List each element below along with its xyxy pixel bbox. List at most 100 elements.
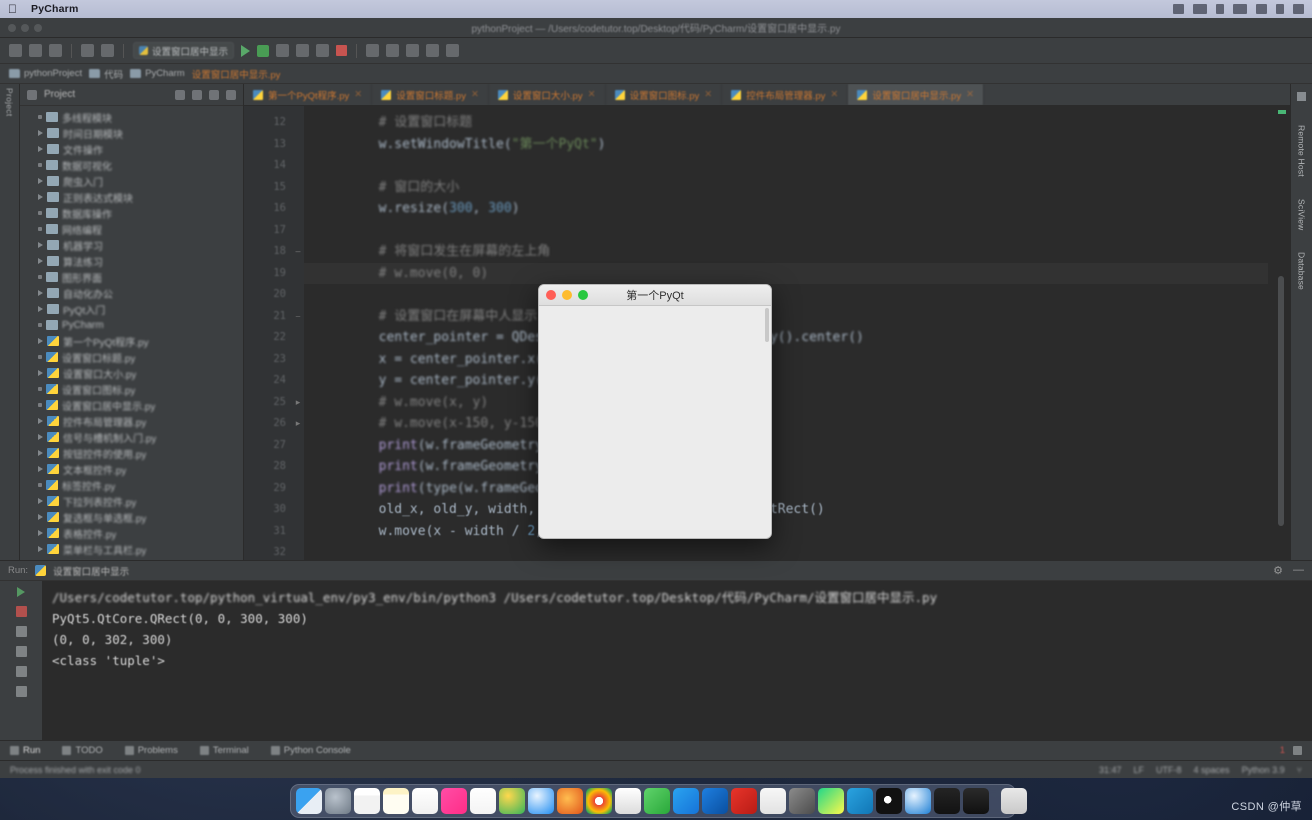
- code-line[interactable]: [316, 542, 1290, 560]
- close-icon[interactable]: ✕: [830, 89, 838, 100]
- tree-item[interactable]: PyQt入门: [22, 301, 243, 317]
- event-log-icon[interactable]: [1293, 746, 1302, 755]
- chevron-right-icon[interactable]: [38, 434, 43, 440]
- terminal-icon[interactable]: [934, 788, 960, 814]
- tree-item[interactable]: 爬虫入门: [22, 173, 243, 189]
- run-actions-rail[interactable]: [0, 581, 42, 740]
- status-bar-widgets[interactable]: 31:47LFUTF-84 spacesPython 3.9⑂: [1099, 765, 1302, 775]
- tree-item[interactable]: 标签控件.py: [22, 477, 243, 493]
- qq-penguin-icon[interactable]: [615, 788, 641, 814]
- fold-marker[interactable]: ⎯: [292, 306, 304, 328]
- settings-icon[interactable]: ⚙: [1273, 564, 1283, 577]
- editor-scrollbar[interactable]: [1278, 276, 1284, 526]
- tree-item[interactable]: 复选框与单选框.py: [22, 509, 243, 525]
- pyqt-titlebar[interactable]: 第一个PyQt: [539, 285, 771, 306]
- code-line[interactable]: old_x, old_y, width, height = w.frameGeo…: [316, 499, 1290, 521]
- maps-icon[interactable]: [499, 788, 525, 814]
- settings-icon[interactable]: [209, 90, 219, 100]
- close-icon[interactable]: ✕: [354, 89, 362, 100]
- undo-icon[interactable]: [81, 44, 94, 57]
- debug-icon[interactable]: [257, 45, 269, 57]
- chevron-right-icon[interactable]: [38, 370, 43, 376]
- tree-bullet-icon[interactable]: [38, 403, 42, 407]
- code-line[interactable]: # 设置窗口在屏幕中人显示: [316, 306, 1290, 328]
- sidebar-item-project[interactable]: Project: [5, 88, 15, 117]
- code-line[interactable]: print(w.frameGeometry()): [316, 435, 1290, 457]
- status-widget[interactable]: UTF-8: [1156, 765, 1182, 775]
- rerun-icon[interactable]: [17, 587, 25, 597]
- chevron-right-icon[interactable]: [38, 514, 43, 520]
- run-console-output[interactable]: /Users/codetutor.top/python_virtual_env/…: [42, 581, 1312, 740]
- fold-marker[interactable]: [292, 263, 304, 285]
- tree-bullet-icon[interactable]: [38, 227, 42, 231]
- tree-item[interactable]: 设置窗口图标.py: [22, 381, 243, 397]
- menubar-app-title[interactable]: PyCharm: [31, 3, 79, 15]
- tree-item[interactable]: 多线程模块: [22, 109, 243, 125]
- tree-item[interactable]: 正则表达式模块: [22, 189, 243, 205]
- project-pane-header[interactable]: Project: [20, 84, 243, 106]
- siri-icon[interactable]: [1293, 4, 1304, 14]
- fold-marker[interactable]: [292, 284, 304, 306]
- close-icon[interactable]: ✕: [588, 89, 596, 100]
- tool-window-tab[interactable]: TODO: [62, 745, 102, 756]
- search-icon[interactable]: [1276, 4, 1284, 14]
- close-button[interactable]: [546, 290, 556, 300]
- fold-marker[interactable]: [292, 327, 304, 349]
- vcs-history-icon[interactable]: [406, 44, 419, 57]
- collapse-all-icon[interactable]: [175, 90, 185, 100]
- tree-bullet-icon[interactable]: [38, 115, 42, 119]
- pycharm-icon[interactable]: [818, 788, 844, 814]
- code-line[interactable]: # 设置窗口标题: [316, 112, 1290, 134]
- editor-tabs[interactable]: 第一个PyQt程序.py✕设置窗口标题.py✕设置窗口大小.py✕设置窗口图标.…: [244, 84, 1290, 106]
- fold-marker[interactable]: [292, 220, 304, 242]
- macos-menubar[interactable]:  PyCharm: [0, 0, 1312, 18]
- code-line[interactable]: # 窗口的大小: [316, 177, 1290, 199]
- run-icon[interactable]: [241, 45, 250, 57]
- project-tree[interactable]: 多线程模块时间日期模块文件操作数据可视化爬虫入门正则表达式模块数据库操作网络编程…: [20, 106, 243, 560]
- battery-icon[interactable]: [1216, 4, 1224, 14]
- tree-bullet-icon[interactable]: [38, 483, 42, 487]
- editor-tab[interactable]: 设置窗口大小.py✕: [489, 84, 606, 105]
- close-icon[interactable]: ✕: [704, 89, 712, 100]
- breadcrumb-current-file[interactable]: 设置窗口居中显示.py: [192, 67, 281, 81]
- project-view-icon[interactable]: [27, 90, 37, 100]
- right-tool-rail[interactable]: Remote Host SciView Database: [1290, 84, 1312, 560]
- chevron-right-icon[interactable]: [38, 338, 43, 344]
- tree-bullet-icon[interactable]: [38, 355, 42, 359]
- tree-item[interactable]: 表格控件.py: [22, 525, 243, 541]
- chevron-right-icon[interactable]: [38, 194, 43, 200]
- tool-window-tab[interactable]: Python Console: [271, 745, 351, 756]
- tree-item[interactable]: 数据可视化: [22, 157, 243, 173]
- youdao-icon[interactable]: [731, 788, 757, 814]
- chevron-right-icon[interactable]: [38, 450, 43, 456]
- tree-item[interactable]: 机器学习: [22, 237, 243, 253]
- chrome-icon[interactable]: [586, 788, 612, 814]
- status-widget[interactable]: ⑂: [1297, 765, 1302, 775]
- breadcrumb-item-0[interactable]: pythonProject: [9, 68, 82, 79]
- status-widget[interactable]: LF: [1134, 765, 1145, 775]
- breadcrumb-item-2[interactable]: PyCharm: [130, 68, 185, 79]
- chevron-right-icon[interactable]: [38, 258, 43, 264]
- tree-item[interactable]: 设置窗口标题.py: [22, 349, 243, 365]
- event-log-area[interactable]: 1: [1280, 745, 1302, 756]
- tree-item[interactable]: 设置窗口大小.py: [22, 365, 243, 381]
- tree-item[interactable]: 图形界面: [22, 269, 243, 285]
- code-line[interactable]: # 将窗口发生在屏幕的左上角: [316, 241, 1290, 263]
- save-icon[interactable]: [29, 44, 42, 57]
- safari-icon[interactable]: [528, 788, 554, 814]
- tree-item[interactable]: 数据库操作: [22, 205, 243, 221]
- run-configuration-selector[interactable]: 设置窗口居中显示: [133, 42, 234, 59]
- photos-icon[interactable]: [441, 788, 467, 814]
- wifi-icon[interactable]: [1193, 4, 1207, 14]
- fold-marker[interactable]: ▸: [292, 392, 304, 414]
- tree-item[interactable]: 算法练习: [22, 253, 243, 269]
- chevron-right-icon[interactable]: [38, 306, 43, 312]
- code-line[interactable]: w.resize(300, 300): [316, 198, 1290, 220]
- code-line[interactable]: center_pointer = QDesktopWidget().availa…: [316, 327, 1290, 349]
- pyqt-traffic-lights[interactable]: [546, 290, 588, 300]
- pyqt-app-window[interactable]: 第一个PyQt: [538, 284, 772, 539]
- code-line[interactable]: # w.move(x, y): [316, 392, 1290, 414]
- code-text[interactable]: # 设置窗口标题 w.setWindowTitle("第一个PyQt") # 窗…: [304, 106, 1290, 560]
- apple-menu-icon[interactable]: : [8, 3, 17, 15]
- chevron-right-icon[interactable]: [38, 418, 43, 424]
